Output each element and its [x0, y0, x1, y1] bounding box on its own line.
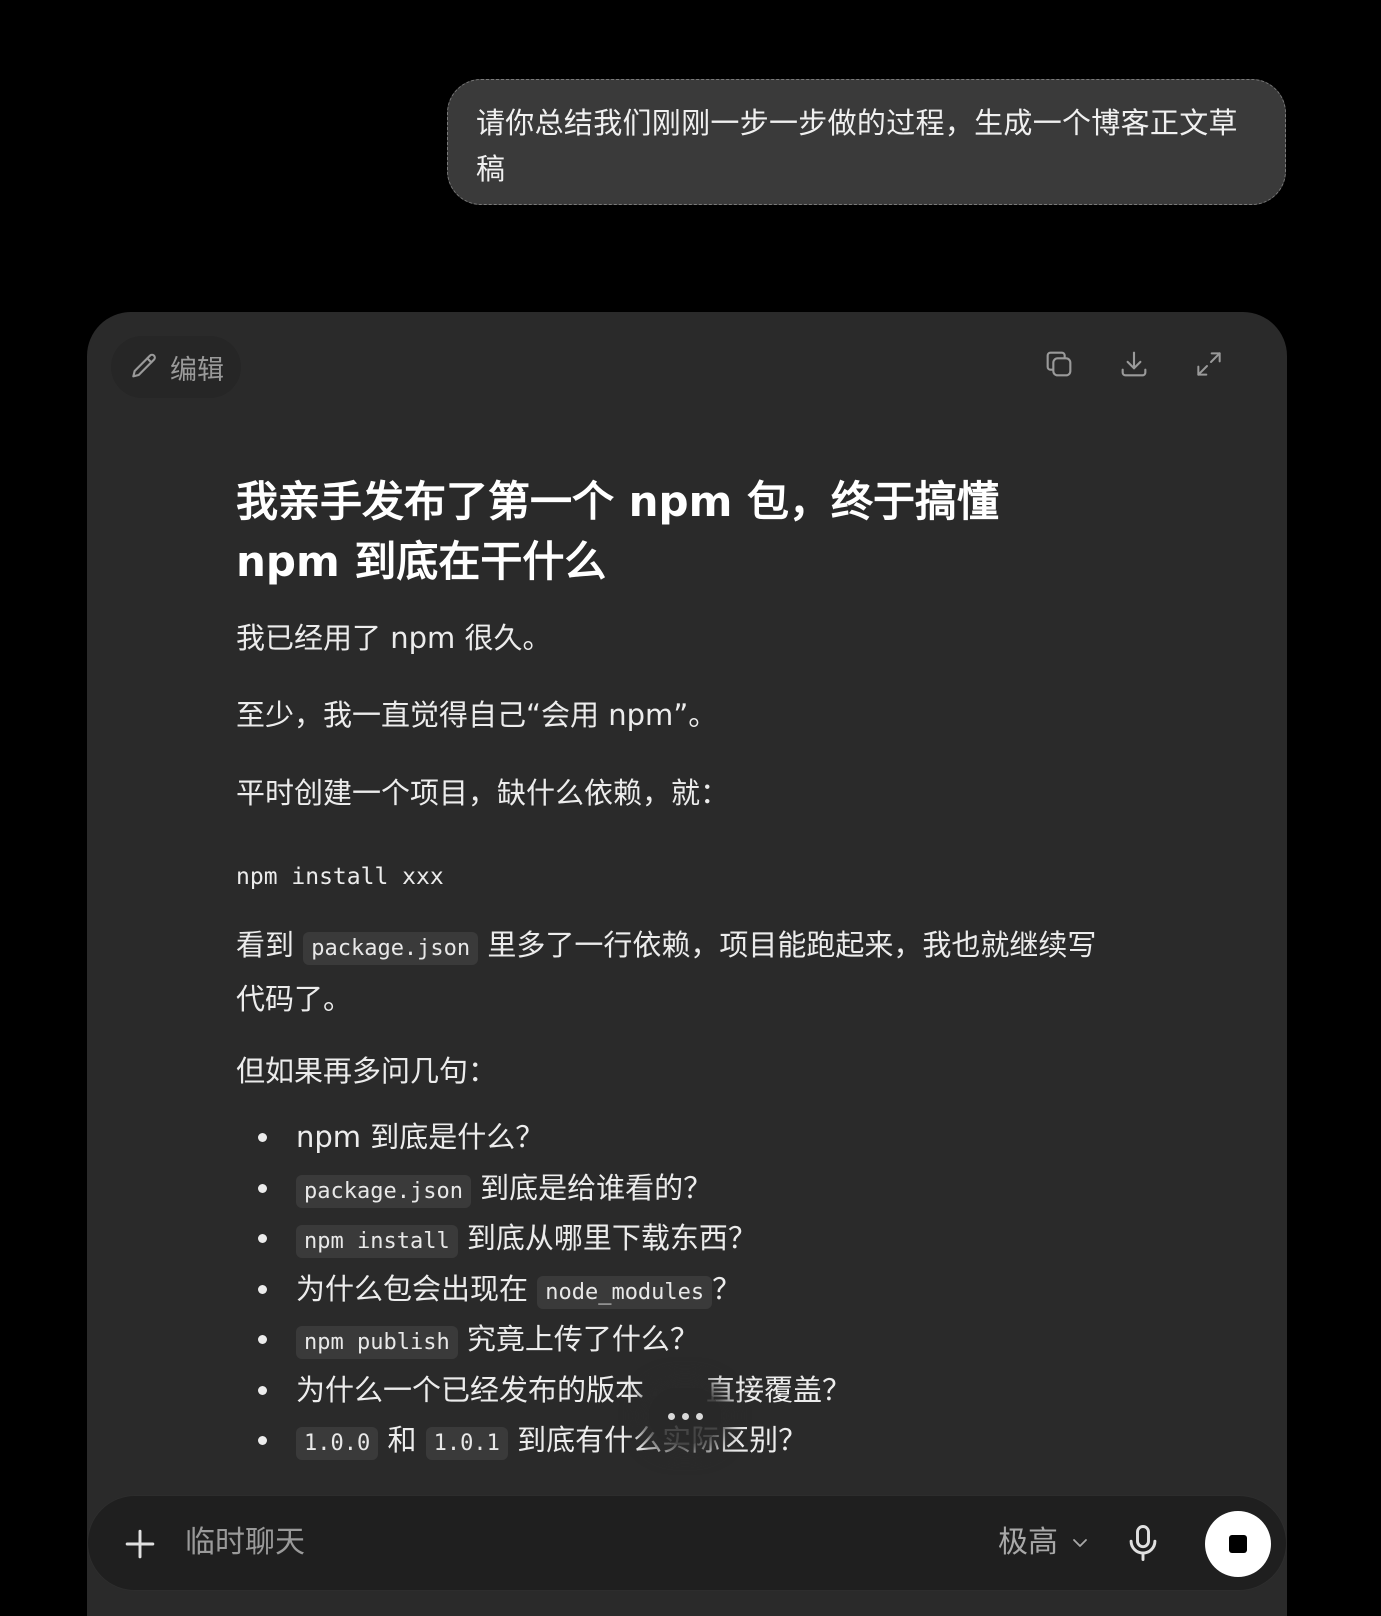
paragraph-4: 看到 package.json 里多了一行依赖，项目能跑起来，我也就继续写 代码…: [236, 920, 1156, 1024]
composer: 临时聊天 极高: [87, 1495, 1287, 1591]
paragraph-4-line-2: 代码了。: [236, 982, 353, 1016]
typing-dot: [681, 1412, 689, 1420]
document-title-line-1: 我亲手发布了第一个 npm 包，终于搞懂: [236, 477, 999, 526]
pencil-icon: [132, 353, 156, 378]
message-input[interactable]: 临时聊天: [185, 1518, 305, 1568]
plus-icon: [125, 1529, 155, 1559]
expand-icon: [1197, 352, 1221, 376]
document-title: 我亲手发布了第一个 npm 包，终于搞懂 npm 到底在干什么: [236, 472, 1096, 592]
list-item-text: 和: [378, 1423, 426, 1457]
copy-button[interactable]: [1037, 342, 1081, 386]
list-item-text: 为什么包会出现在: [296, 1271, 538, 1306]
copy-icon: [1046, 351, 1072, 377]
code-block: npm install xxx: [236, 864, 444, 890]
model-selector[interactable]: 极高: [998, 1518, 1092, 1568]
inline-code: npm publish: [296, 1326, 458, 1359]
list-item: 1.0.0 和 1.0.1 到底有什么实际区别？: [236, 1415, 851, 1466]
list-item-text: npm 到底是什么？: [296, 1120, 545, 1154]
inline-code: node_modules: [537, 1275, 713, 1309]
inline-code: 1.0.1: [425, 1427, 508, 1460]
list-item-text: 到底从哪里下载东西？: [457, 1221, 757, 1255]
list-item-text: ？: [712, 1271, 742, 1306]
edit-button[interactable]: 编辑: [111, 336, 241, 398]
stop-icon: [1229, 1535, 1247, 1553]
paragraph-2: 至少，我一直觉得自己“会用 npm”。: [236, 698, 718, 732]
app-root: 请你总结我们刚刚一步一步做的过程，生成一个博客正文草 稿 编辑 我亲手发布了第一…: [0, 0, 1381, 1616]
list-item-text: 到底是给谁看的？: [470, 1170, 713, 1205]
expand-button[interactable]: [1187, 342, 1231, 386]
stop-generating-button[interactable]: [1205, 1511, 1271, 1577]
download-button[interactable]: [1112, 342, 1156, 386]
document-title-line-2: npm 到底在干什么: [236, 537, 607, 586]
list-item: npm install 到底从哪里下载东西？: [236, 1213, 851, 1264]
paragraph-4-text-pre: 看到: [236, 928, 304, 962]
list-item: 为什么一个已经发布的版本 直接覆盖？: [236, 1365, 851, 1416]
list-item: package.json 到底是给谁看的？: [236, 1163, 851, 1214]
paragraph-5: 但如果再多问几句：: [236, 1054, 498, 1088]
voice-input-button[interactable]: [1121, 1521, 1165, 1565]
paragraph-3: 平时创建一个项目，缺什么依赖，就：: [236, 776, 730, 810]
inline-code: package.json: [296, 1174, 471, 1208]
list-item-text: 直接覆盖？: [706, 1372, 852, 1407]
user-message-bubble: 请你总结我们刚刚一步一步做的过程，生成一个博客正文草 稿: [447, 79, 1286, 205]
question-list: npm 到底是什么？ package.json 到底是给谁看的？ npm ins…: [236, 1112, 851, 1466]
chevron-down-icon: [1073, 1539, 1087, 1547]
user-message-line-2: 稿: [476, 152, 506, 186]
list-item-text: 为什么一个已经发布的版本: [296, 1372, 645, 1407]
inline-code: npm install: [296, 1225, 458, 1258]
paragraph-1: 我已经用了 npm 很久。: [236, 621, 552, 655]
inline-code-package-json: package.json: [303, 932, 479, 965]
edit-button-label: 编辑: [170, 354, 224, 386]
list-item: npm 到底是什么？: [236, 1112, 851, 1163]
paragraph-4-line-1: 看到 package.json 里多了一行依赖，项目能跑起来，我也就继续写: [236, 920, 1156, 974]
typing-indicator: [649, 1388, 721, 1444]
user-message-line-1: 请你总结我们刚刚一步一步做的过程，生成一个博客正文草: [476, 106, 1238, 140]
download-icon: [1121, 351, 1147, 377]
inline-code: 1.0.0: [296, 1427, 379, 1460]
list-item: 为什么包会出现在 node_modules？: [236, 1264, 851, 1315]
attach-button[interactable]: [118, 1522, 162, 1566]
list-item: npm publish 究竟上传了什么？: [236, 1314, 851, 1365]
list-item-text: 究竟上传了什么？: [457, 1322, 699, 1356]
typing-dot: [667, 1412, 675, 1420]
microphone-icon: [1129, 1525, 1157, 1561]
model-selector-label: 极高: [998, 1525, 1058, 1560]
typing-dot: [695, 1412, 703, 1420]
paragraph-4-text-post: 里多了一行依赖，项目能跑起来，我也就继续写: [478, 928, 1097, 962]
